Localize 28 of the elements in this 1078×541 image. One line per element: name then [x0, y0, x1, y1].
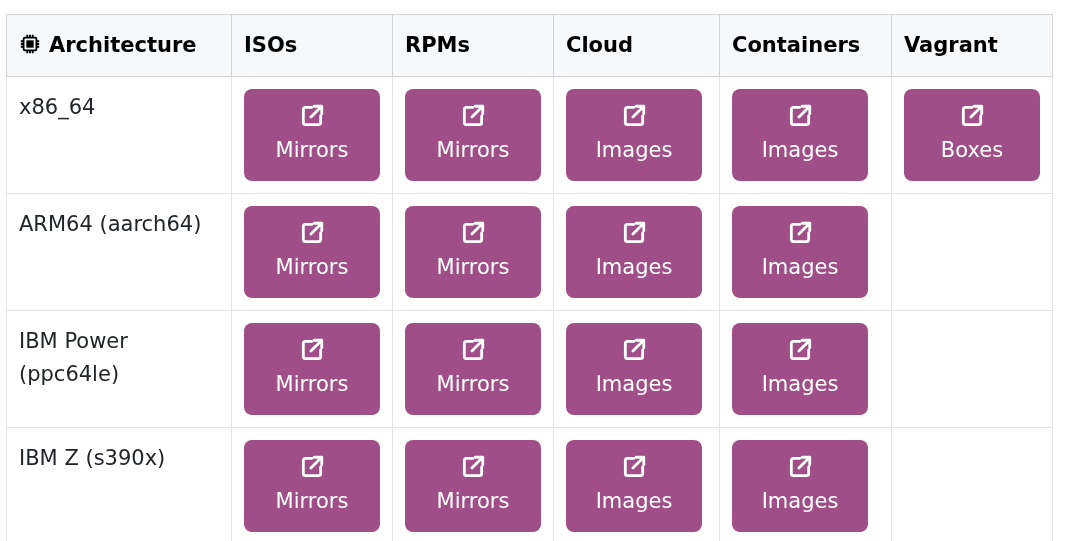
download-link-button[interactable]: Mirrors — [405, 206, 541, 298]
download-link-button[interactable]: Mirrors — [244, 323, 380, 415]
download-link-button[interactable]: Images — [732, 440, 868, 532]
column-header: Architecture — [19, 32, 197, 57]
download-link-button[interactable]: Mirrors — [244, 440, 380, 532]
column-header: Containers — [732, 32, 861, 57]
architecture-name: IBM Power (ppc64le) — [19, 329, 128, 386]
download-link-button[interactable]: Images — [566, 323, 702, 415]
download-link-button[interactable]: Images — [732, 323, 868, 415]
download-link-button[interactable]: Images — [566, 440, 702, 532]
architecture-name: x86_64 — [19, 95, 96, 119]
column-header: RPMs — [405, 32, 470, 57]
architecture-name: IBM Z (s390x) — [19, 446, 166, 470]
download-link-button[interactable]: Images — [566, 89, 702, 181]
download-link-button[interactable]: Mirrors — [405, 323, 541, 415]
column-header: ISOs — [244, 32, 298, 57]
download-link-button[interactable]: Images — [566, 206, 702, 298]
download-link-button[interactable]: Images — [732, 206, 868, 298]
architecture-name: ARM64 (aarch64) — [19, 212, 202, 236]
column-header: Vagrant — [904, 32, 998, 57]
download-link-button[interactable]: Mirrors — [405, 440, 541, 532]
download-link-button[interactable]: Mirrors — [405, 89, 541, 181]
chip-icon — [19, 32, 41, 55]
download-link-button[interactable]: Mirrors — [244, 89, 380, 181]
column-header: Cloud — [566, 32, 634, 57]
download-link-button[interactable]: Images — [732, 89, 868, 181]
download-link-button[interactable]: Mirrors — [244, 206, 380, 298]
download-link-button[interactable]: Boxes — [904, 89, 1040, 181]
